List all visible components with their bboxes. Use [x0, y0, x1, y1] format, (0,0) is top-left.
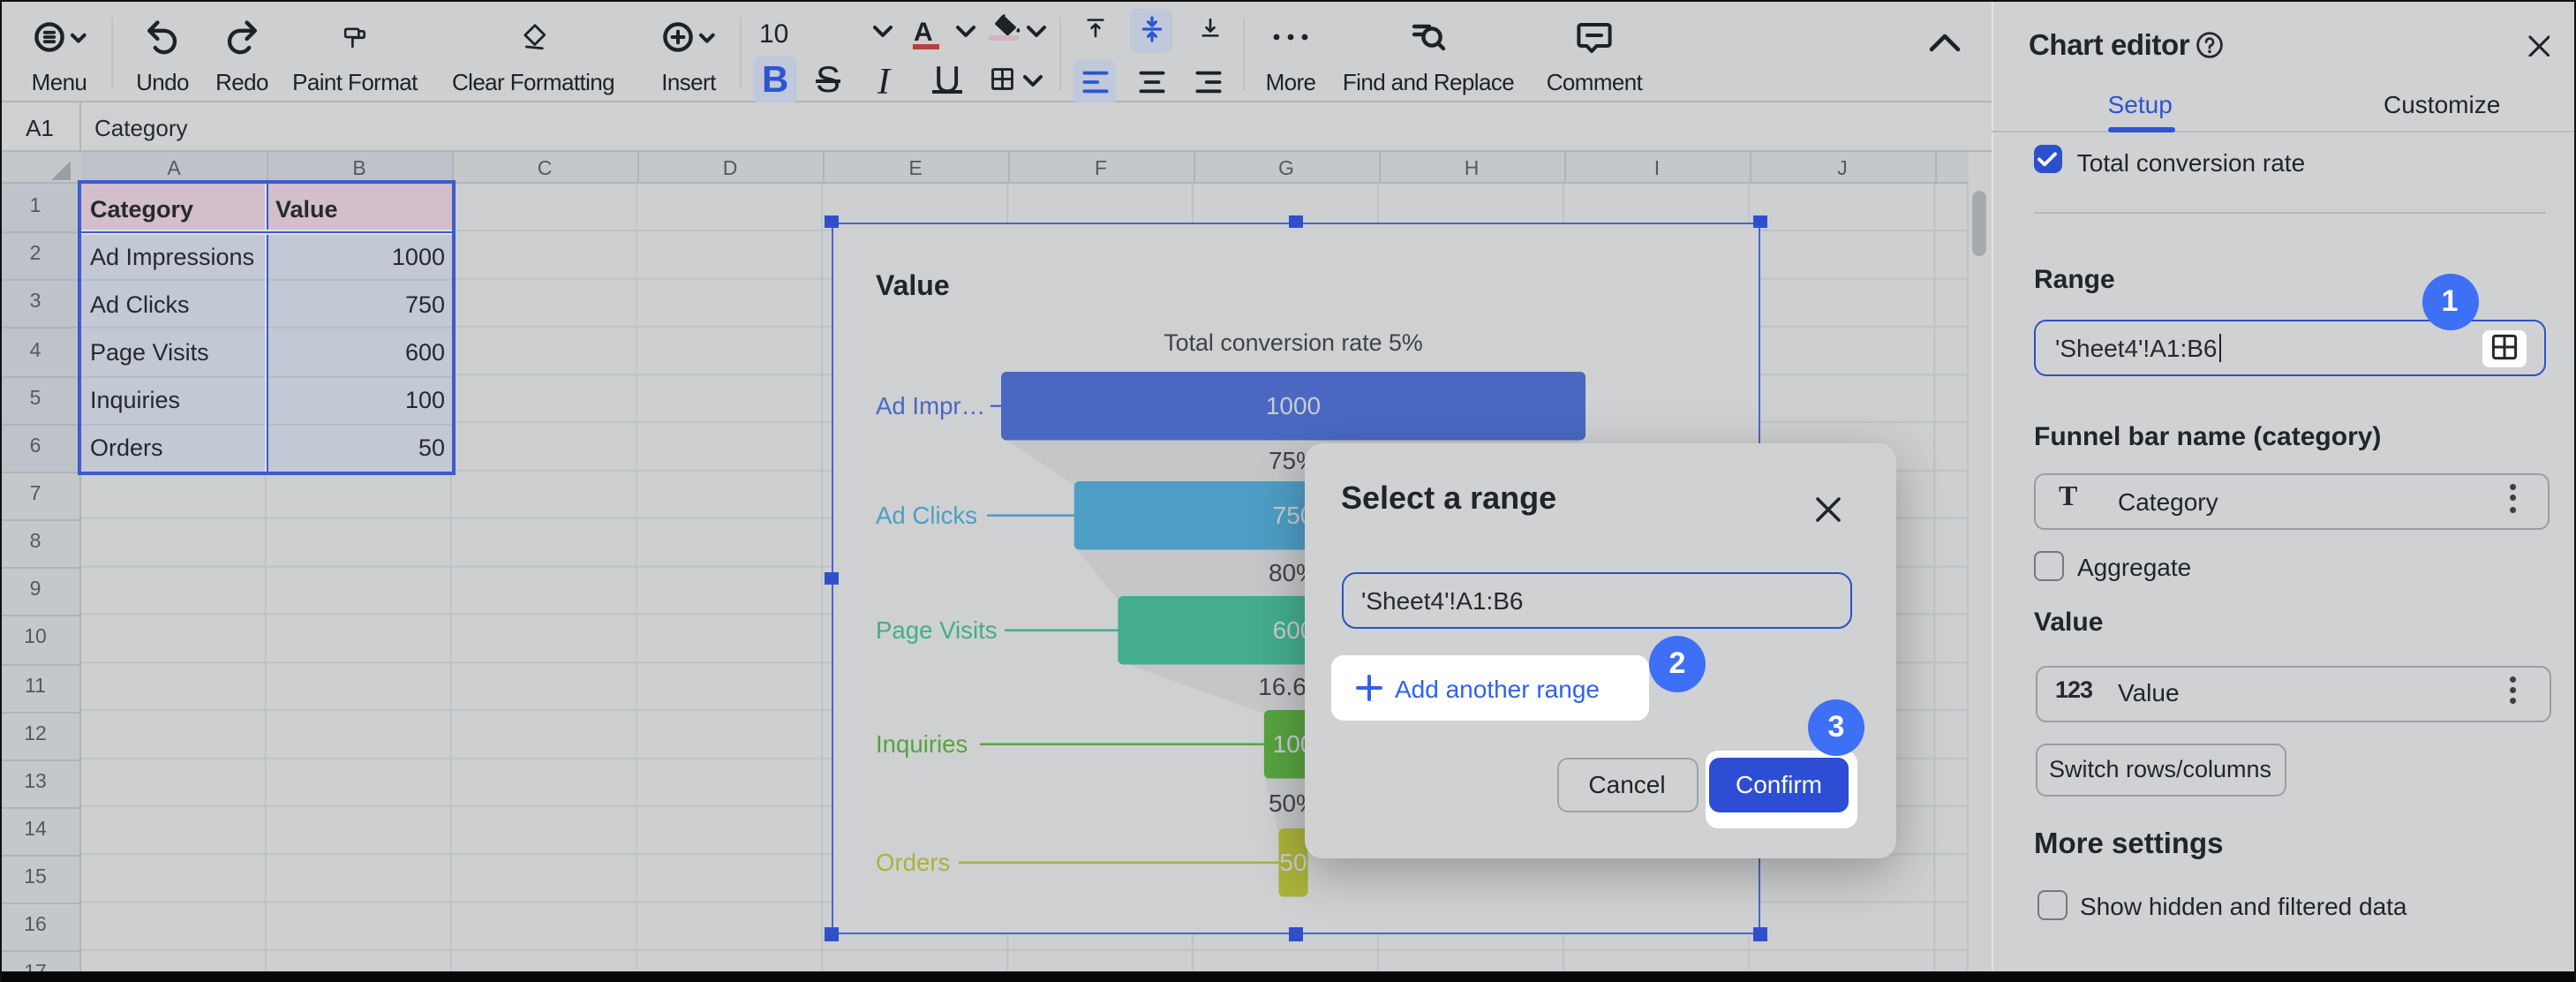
svg-text:Value: Value — [876, 268, 950, 300]
svg-text:50: 50 — [1279, 848, 1307, 875]
svg-text:1000: 1000 — [1266, 391, 1321, 419]
svg-text:Ad Impr…: Ad Impr… — [876, 391, 985, 419]
svg-text:Orders: Orders — [876, 848, 950, 875]
svg-text:Inquiries: Inquiries — [876, 729, 968, 757]
svg-text:Page Visits: Page Visits — [876, 616, 998, 643]
svg-text:Total conversion rate 5%: Total conversion rate 5% — [1164, 329, 1422, 355]
svg-text:Ad Clicks: Ad Clicks — [876, 501, 977, 528]
